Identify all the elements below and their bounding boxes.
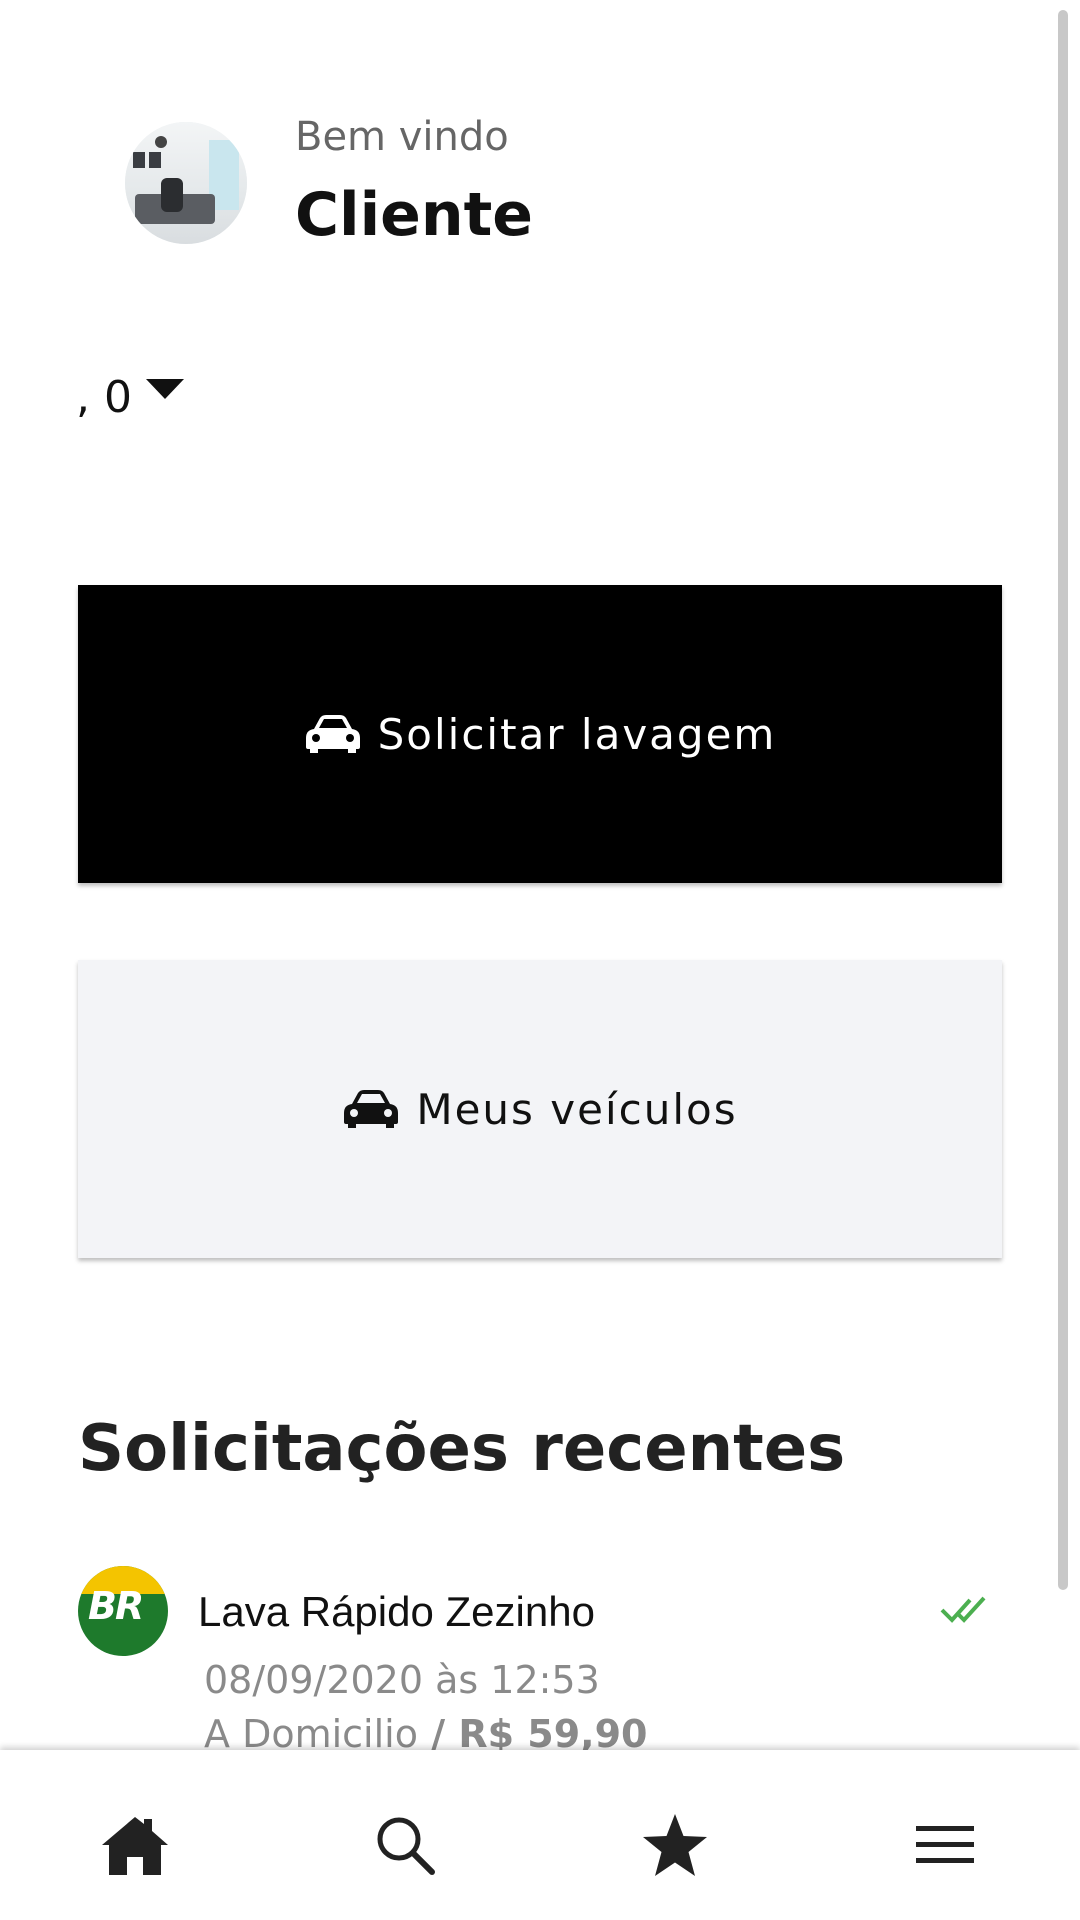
avatar[interactable] <box>125 122 247 244</box>
nav-search[interactable] <box>370 1810 440 1880</box>
my-vehicles-button[interactable]: Meus veículos <box>78 960 1002 1258</box>
star-icon <box>643 1814 707 1876</box>
bottom-navigation <box>0 1750 1080 1920</box>
nav-home[interactable] <box>100 1810 170 1880</box>
nav-menu[interactable] <box>910 1810 980 1880</box>
menu-icon <box>916 1826 974 1863</box>
provider-logo: BR <box>78 1566 168 1656</box>
location-value: , 0 <box>76 372 132 423</box>
search-icon <box>377 1817 435 1875</box>
recent-requests-title: Solicitações recentes <box>78 1412 846 1486</box>
home-icon <box>102 1817 168 1875</box>
client-name: Cliente <box>295 180 533 250</box>
provider-logo-text: BR <box>88 1584 144 1628</box>
caret-down-icon <box>145 378 184 399</box>
my-vehicles-label: Meus veículos <box>416 1084 738 1134</box>
double-check-icon <box>940 1596 986 1623</box>
request-wash-button[interactable]: Solicitar lavagem <box>78 585 1002 883</box>
car-icon <box>305 715 360 753</box>
scrollbar[interactable] <box>1058 10 1068 1590</box>
request-list-item[interactable]: BR Lava Rápido Zezinho 08/09/2020 às 12:… <box>78 1562 1008 1756</box>
home-screen: Bem vindo Cliente , 0 Solicitar lavagem … <box>0 0 1080 1920</box>
nav-favorites[interactable] <box>640 1810 710 1880</box>
request-datetime: 08/09/2020 às 12:53 <box>204 1658 600 1702</box>
request-wash-label: Solicitar lavagem <box>377 709 777 759</box>
car-icon <box>344 1090 399 1128</box>
welcome-label: Bem vindo <box>295 114 509 160</box>
location-selector[interactable]: , 0 <box>76 372 184 423</box>
provider-name: Lava Rápido Zezinho <box>198 1588 595 1635</box>
